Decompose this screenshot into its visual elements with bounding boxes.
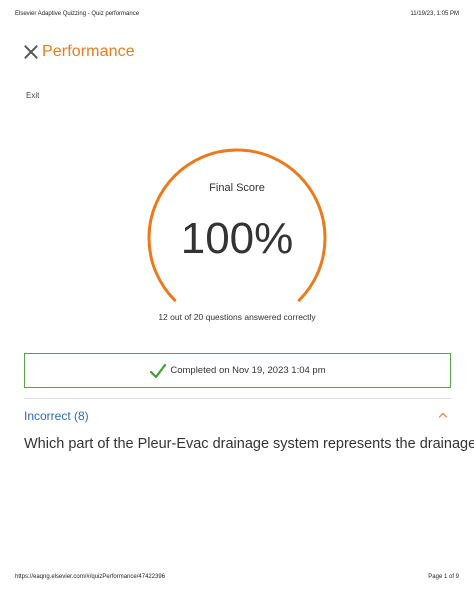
print-header-title: Elsevier Adaptive Quizzing - Quiz perfor…	[15, 11, 140, 17]
check-icon	[150, 363, 167, 378]
print-footer: https://eaqng.elsevier.com/#/quizPerform…	[15, 574, 459, 580]
final-score-label: Final Score	[209, 182, 265, 194]
exit-link[interactable]: Exit	[26, 91, 39, 100]
title-row: Performance	[22, 40, 135, 64]
incorrect-label[interactable]: Incorrect (8)	[24, 409, 89, 423]
incorrect-section-header[interactable]: Incorrect (8)	[24, 409, 451, 423]
completed-banner: Completed on Nov 19, 2023 1:04 pm	[24, 353, 451, 388]
print-footer-url: https://eaqng.elsevier.com/#/quizPerform…	[15, 574, 166, 580]
final-score-value: 100%	[180, 214, 294, 263]
print-footer-page: Page 1 of 9	[428, 574, 459, 580]
print-header-datetime: 11/19/23, 1:05 PM	[410, 11, 459, 17]
chevron-up-icon[interactable]	[438, 411, 448, 421]
question-text: Which part of the Pleur-Evac drainage sy…	[24, 436, 474, 452]
score-gauge: Final Score 100%	[143, 148, 331, 310]
close-icon[interactable]	[22, 43, 40, 61]
completed-text: Completed on Nov 19, 2023 1:04 pm	[170, 365, 326, 376]
print-header: Elsevier Adaptive Quizzing - Quiz perfor…	[15, 11, 459, 17]
page-title: Performance	[42, 43, 135, 60]
answered-summary: 12 out of 20 questions answered correctl…	[158, 312, 316, 322]
section-divider	[24, 398, 451, 399]
